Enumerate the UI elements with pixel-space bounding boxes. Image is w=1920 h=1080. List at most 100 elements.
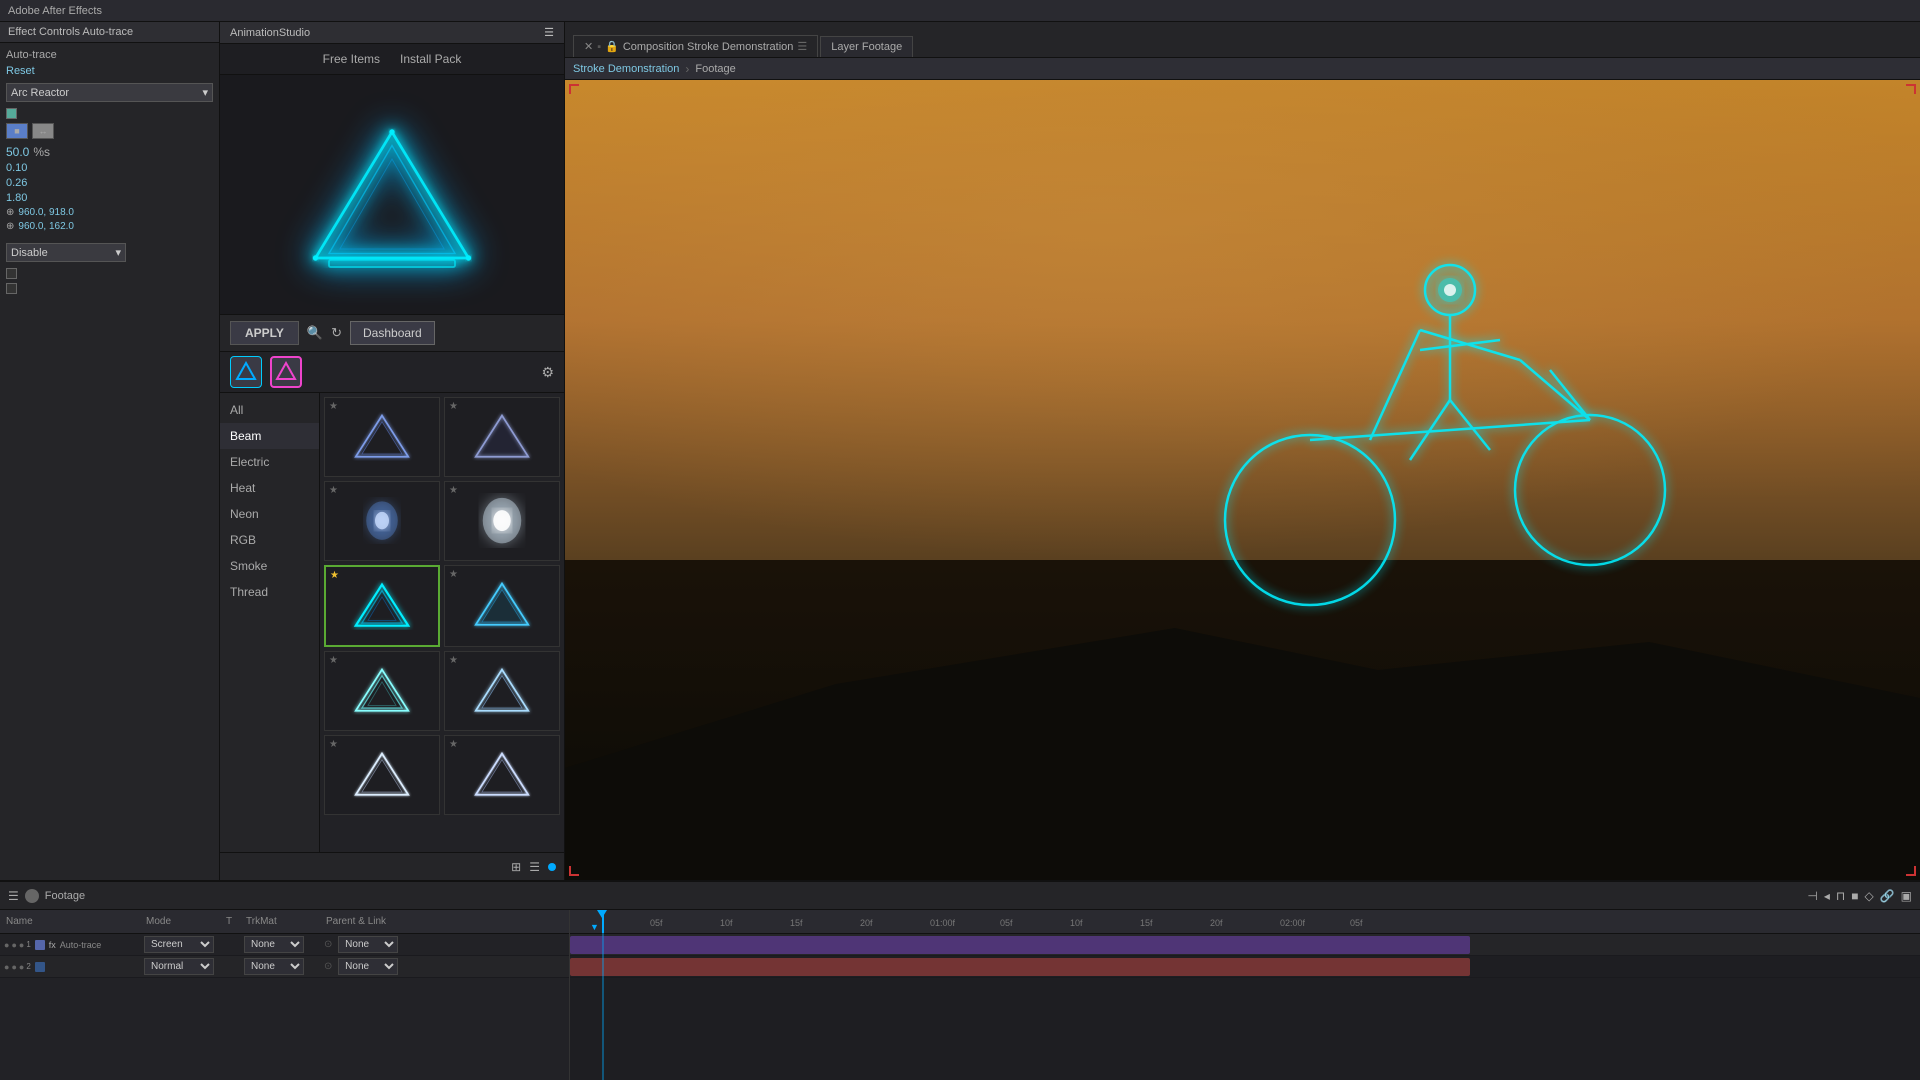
grid-view-icon[interactable]: ⊞ (511, 860, 521, 874)
layer-solo[interactable]: ● (11, 940, 16, 950)
preset-item-10[interactable]: ★ (444, 735, 560, 815)
cycle-icon[interactable]: ↻ (331, 325, 342, 341)
col-header-trkmat: TrkMat (240, 916, 320, 927)
breadcrumb-sep: › (685, 62, 689, 76)
preset-thumb-7 (340, 656, 425, 726)
layer-lock[interactable]: ● (19, 940, 24, 950)
ruler-20f: 20f (860, 918, 873, 928)
icon-row: ■ ↔ (6, 123, 213, 139)
breadcrumb-stroke[interactable]: Stroke Demonstration (573, 63, 679, 75)
star-icon-7[interactable]: ★ (329, 655, 338, 666)
preset-item-2[interactable]: ★ (444, 397, 560, 477)
reset-button[interactable]: Reset (6, 65, 213, 77)
disable-dropdown[interactable]: Disable ▾ (6, 243, 126, 262)
preset-dropdown[interactable]: Arc Reactor ▾ (6, 83, 213, 102)
color-box-1[interactable]: ■ (6, 123, 28, 139)
search-icon[interactable]: 🔍 (307, 325, 323, 341)
preset-label: Arc Reactor (11, 87, 69, 99)
star-icon-9[interactable]: ★ (329, 739, 338, 750)
cat-beam[interactable]: Beam (220, 423, 319, 449)
animation-studio-menu-icon[interactable]: ☰ (544, 26, 554, 39)
mode-select-1[interactable]: Screen (144, 936, 214, 953)
value2[interactable]: 0.26 (6, 177, 27, 189)
filter-icon-pink[interactable] (270, 356, 302, 388)
tl-mask-icon[interactable]: ⊓ (1836, 889, 1845, 903)
parent-select-2[interactable]: None (338, 958, 398, 975)
cat-electric[interactable]: Electric (220, 449, 319, 475)
free-items-link[interactable]: Free Items (323, 52, 380, 66)
star-icon-8[interactable]: ★ (449, 655, 458, 666)
trkmat-select-1[interactable]: None (244, 936, 304, 953)
mode-select-2[interactable]: Normal (144, 958, 214, 975)
disable-dropdown-row: Disable ▾ (6, 243, 213, 262)
percent-value[interactable]: 50.0 (6, 145, 29, 159)
preset-item-3[interactable]: ★ (324, 481, 440, 561)
preset-item-1[interactable]: ★ (324, 397, 440, 477)
star-icon-10[interactable]: ★ (449, 739, 458, 750)
preset-item-7[interactable]: ★ (324, 651, 440, 731)
checkbox-3[interactable] (6, 283, 17, 294)
star-icon-6[interactable]: ★ (449, 569, 458, 580)
install-pack-link[interactable]: Install Pack (400, 52, 461, 66)
preset-item-8[interactable]: ★ (444, 651, 560, 731)
breadcrumb-footage[interactable]: Footage (695, 63, 735, 75)
parent-select-1[interactable]: None (338, 936, 398, 953)
tl-menu-icon[interactable]: ☰ (8, 889, 19, 903)
value3[interactable]: 1.80 (6, 192, 27, 204)
coord1[interactable]: 960.0, 918.0 (18, 207, 74, 218)
main-area: Effect Controls Auto-trace Auto-trace Re… (0, 22, 1920, 880)
star-icon-1[interactable]: ★ (329, 401, 338, 412)
preset-thumb-5 (340, 571, 425, 641)
preset-item-4[interactable]: ★ (444, 481, 560, 561)
preset-item-6[interactable]: ★ (444, 565, 560, 647)
layer-visibility-2[interactable]: ● (4, 962, 9, 972)
star-icon-4[interactable]: ★ (449, 485, 458, 496)
tl-link-icon[interactable]: 🔗 (1880, 889, 1895, 903)
cat-rgb[interactable]: RGB (220, 527, 319, 553)
col-header-t: T (220, 916, 240, 927)
apply-button[interactable]: APPLY (230, 321, 299, 345)
checkbox-2[interactable] (6, 268, 17, 279)
tl-keyframe-icon[interactable]: ◇ (1864, 889, 1873, 903)
trkmat-select-2[interactable]: None (244, 958, 304, 975)
layer-footage-tab[interactable]: Layer Footage (820, 36, 913, 57)
layer-lock-2[interactable]: ● (19, 962, 24, 972)
cat-all[interactable]: All (220, 397, 319, 423)
star-icon-2[interactable]: ★ (449, 401, 458, 412)
tools-icon[interactable]: ⚙ (541, 364, 554, 381)
fx-icon-1[interactable]: fx (49, 940, 56, 950)
top-bar: Adobe After Effects (0, 0, 1920, 22)
close-tab-icon[interactable]: ✕ (584, 40, 593, 53)
checkbox-1[interactable] (6, 108, 17, 119)
preset-item-9[interactable]: ★ (324, 735, 440, 815)
color-box-2[interactable]: ↔ (32, 123, 54, 139)
layer-color-2 (35, 962, 45, 972)
layer-solo-2[interactable]: ● (11, 962, 16, 972)
col-header-name: Name (0, 916, 140, 927)
tl-cam-icon[interactable]: ▣ (1901, 889, 1912, 903)
tl-goto-start[interactable]: ⊣ (1807, 889, 1817, 903)
star-icon-5[interactable]: ★ (330, 570, 339, 581)
timeline-ruler: ▼ 05f 10f 15f 20f 01:00f 05f 10f 15f 20f… (570, 910, 1920, 934)
cat-smoke[interactable]: Smoke (220, 553, 319, 579)
coord2[interactable]: 960.0, 162.0 (18, 221, 74, 232)
composition-tab-title[interactable]: Composition Stroke Demonstration (623, 41, 794, 53)
chevron-down-icon-2: ▾ (115, 246, 121, 259)
star-icon-3[interactable]: ★ (329, 485, 338, 496)
tl-prev-frame[interactable]: ◂ (1824, 889, 1830, 903)
filter-icon-blue[interactable] (230, 356, 262, 388)
cat-neon[interactable]: Neon (220, 501, 319, 527)
cat-thread[interactable]: Thread (220, 579, 319, 605)
preset-item-5[interactable]: ★ (324, 565, 440, 647)
layer-label: Auto-trace (6, 49, 213, 61)
layer-visibility[interactable]: ● (4, 940, 9, 950)
list-view-icon[interactable]: ☰ (529, 860, 540, 874)
comp-tab-menu[interactable]: ☰ (797, 40, 807, 53)
position-icon-1: ⊕ (6, 207, 14, 218)
value1[interactable]: 0.10 (6, 162, 27, 174)
dashboard-button[interactable]: Dashboard (350, 321, 435, 345)
preset-thumb-2 (460, 402, 545, 472)
tl-solid-icon[interactable]: ■ (1851, 889, 1858, 903)
cat-heat[interactable]: Heat (220, 475, 319, 501)
checkbox-row-1 (6, 108, 213, 119)
